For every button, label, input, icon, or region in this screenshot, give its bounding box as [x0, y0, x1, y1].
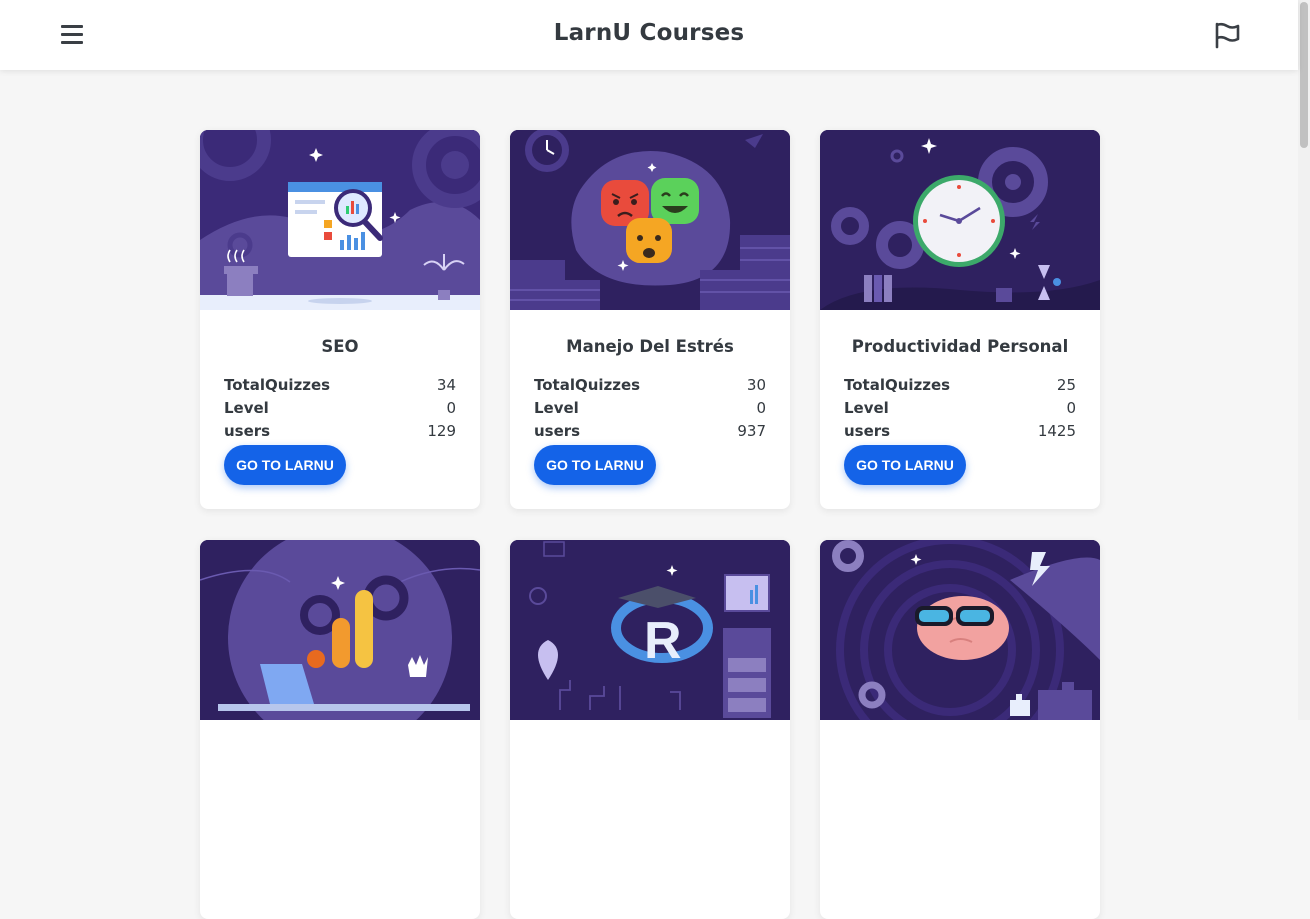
page-title: LarnU Courses [553, 20, 745, 46]
stat-label: TotalQuizzes [844, 376, 951, 394]
stat-value: 25 [1056, 376, 1076, 394]
flag-icon[interactable] [1212, 20, 1242, 50]
brain-glasses-illustration [820, 540, 1100, 720]
go-to-larnu-button[interactable]: GO TO LARNU [844, 445, 966, 485]
course-card [820, 540, 1100, 919]
stat-users: users 937 [534, 422, 766, 444]
google-analytics-illustration [200, 540, 480, 720]
top-app-bar: LarnU Courses [0, 0, 1298, 70]
r-programming-illustration: R [510, 540, 790, 720]
stat-label: Level [844, 399, 889, 417]
stat-users: users 1425 [844, 422, 1076, 444]
svg-text:R: R [644, 612, 682, 670]
course-card [200, 540, 480, 919]
stat-value: 1425 [1037, 422, 1076, 440]
stat-level: Level 0 [534, 399, 766, 421]
stat-level: Level 0 [844, 399, 1076, 421]
stat-label: TotalQuizzes [534, 376, 641, 394]
stat-value: 0 [446, 399, 456, 417]
stat-value: 937 [737, 422, 766, 440]
course-title: Productividad Personal [851, 337, 1069, 356]
stat-value: 30 [746, 376, 766, 394]
stat-value: 0 [1066, 399, 1076, 417]
stat-total-quizzes: TotalQuizzes 25 [844, 376, 1076, 398]
stat-label: users [534, 422, 581, 440]
stat-label: Level [534, 399, 579, 417]
page-scrollbar[interactable] [1298, 0, 1310, 720]
productivity-clock-illustration [820, 130, 1100, 310]
scrollbar-thumb[interactable] [1300, 2, 1308, 148]
stat-label: users [844, 422, 891, 440]
stat-label: Level [224, 399, 269, 417]
stat-value: 34 [436, 376, 456, 394]
course-card-productividad-personal: Productividad Personal TotalQuizzes 25 L… [820, 130, 1100, 509]
stat-total-quizzes: TotalQuizzes 34 [224, 376, 456, 398]
course-card-manejo-del-estres: Manejo Del Estrés TotalQuizzes 30 Level … [510, 130, 790, 509]
course-title: Manejo Del Estrés [566, 337, 734, 356]
stat-level: Level 0 [224, 399, 456, 421]
go-to-larnu-button[interactable]: GO TO LARNU [224, 445, 346, 485]
stat-total-quizzes: TotalQuizzes 30 [534, 376, 766, 398]
course-card: R [510, 540, 790, 919]
stat-label: TotalQuizzes [224, 376, 331, 394]
stat-users: users 129 [224, 422, 456, 444]
stat-value: 0 [756, 399, 766, 417]
go-to-larnu-button[interactable]: GO TO LARNU [534, 445, 656, 485]
stat-label: users [224, 422, 271, 440]
seo-analytics-illustration [200, 130, 480, 310]
stat-value: 129 [427, 422, 456, 440]
stress-emotions-illustration [510, 130, 790, 310]
course-card-seo: SEO TotalQuizzes 34 Level 0 users 129 GO… [200, 130, 480, 509]
course-title: SEO [321, 337, 359, 356]
